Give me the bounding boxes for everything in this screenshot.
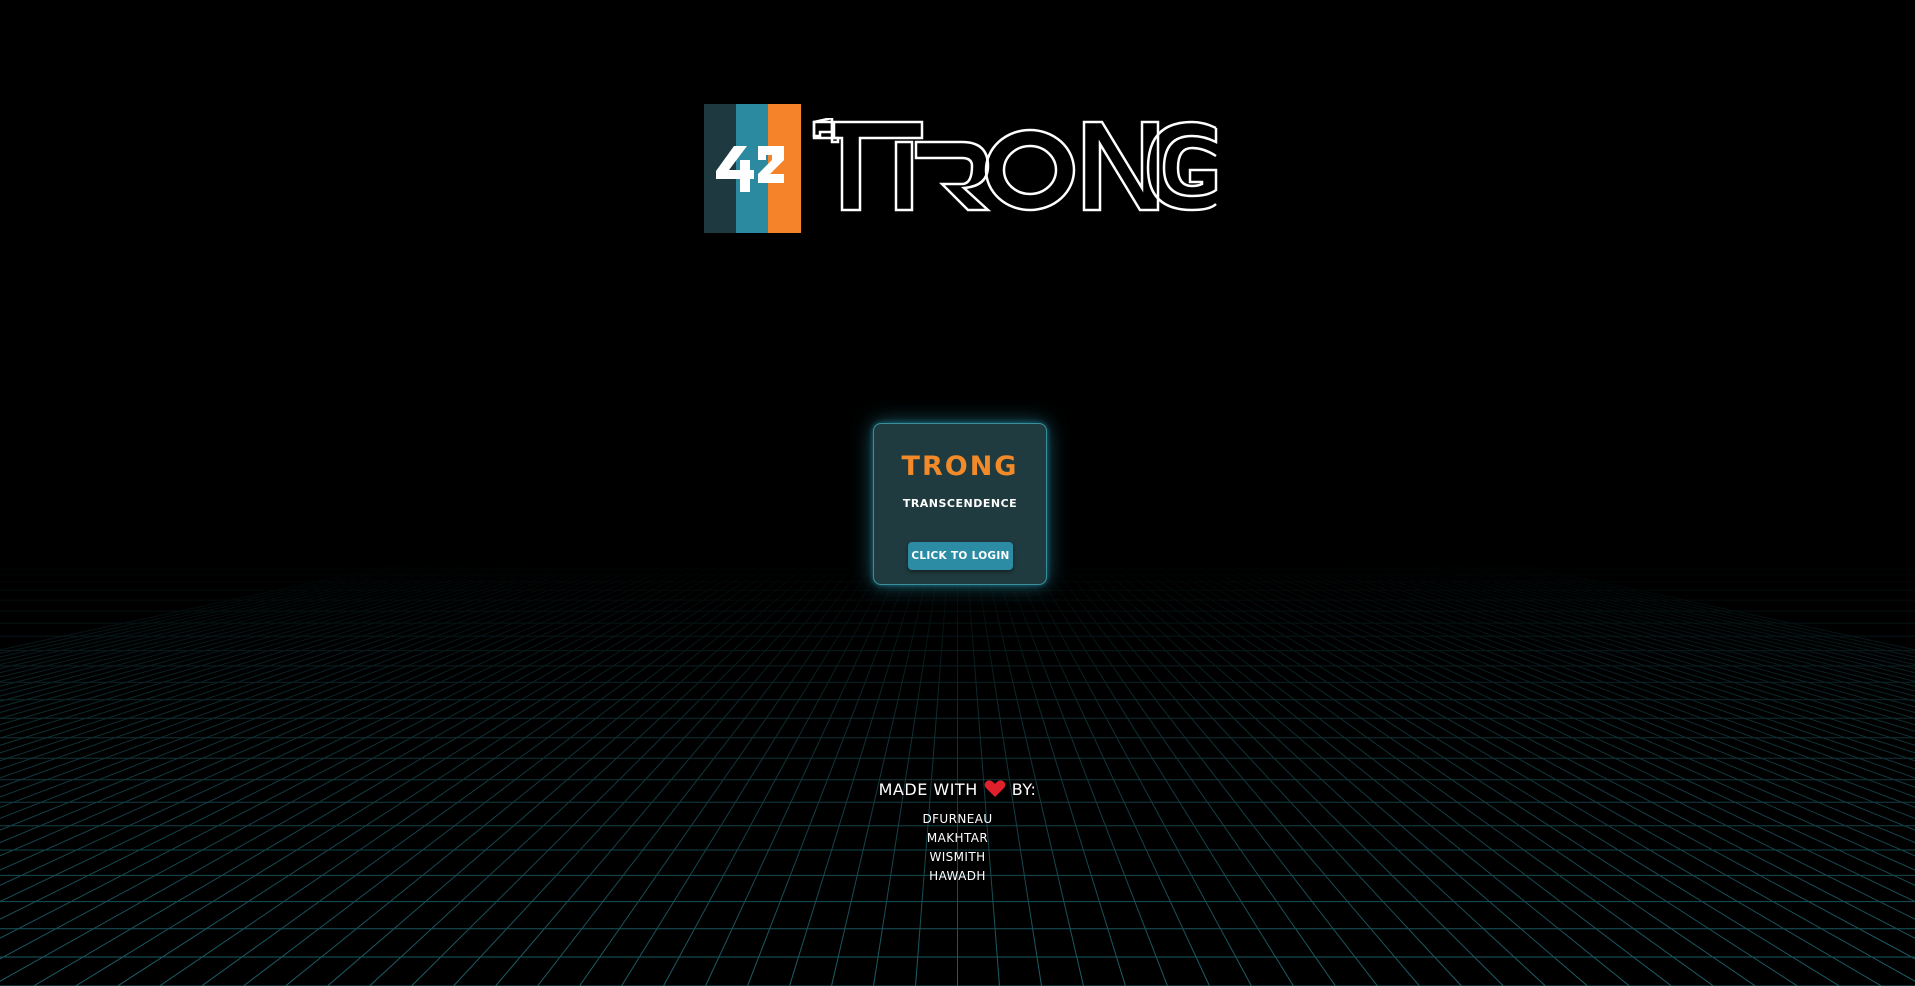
login-card: TRONG TRANSCENDENCE CLICK TO LOGIN <box>873 423 1047 585</box>
made-with-line: MADE WITH BY: <box>0 778 1915 800</box>
grid-floor <box>0 560 1915 986</box>
trong-wordmark <box>812 118 1218 212</box>
42-logo-badge <box>704 104 801 233</box>
card-title: TRONG <box>901 451 1019 482</box>
landing-page: TRONG TRANSCENDENCE CLICK TO LOGIN MADE … <box>0 0 1915 986</box>
author-name: MAKHTAR <box>926 831 989 845</box>
made-with-label: MADE WITH <box>878 779 978 799</box>
by-label: BY: <box>1011 779 1037 799</box>
author-name: WISMITH <box>929 850 986 864</box>
grid-floor-lines <box>0 560 1915 986</box>
author-name: DFURNEAU <box>922 812 993 826</box>
author-name: HAWADH <box>929 869 986 883</box>
heart-icon <box>984 780 1006 797</box>
credits: MADE WITH BY: DFURNEAU MAKHTAR WISMITH H… <box>0 778 1915 886</box>
trong-logo <box>704 104 1218 234</box>
login-button[interactable]: CLICK TO LOGIN <box>908 542 1013 570</box>
card-subtitle: TRANSCENDENCE <box>902 497 1018 510</box>
authors-list: DFURNEAU MAKHTAR WISMITH HAWADH <box>0 810 1915 886</box>
